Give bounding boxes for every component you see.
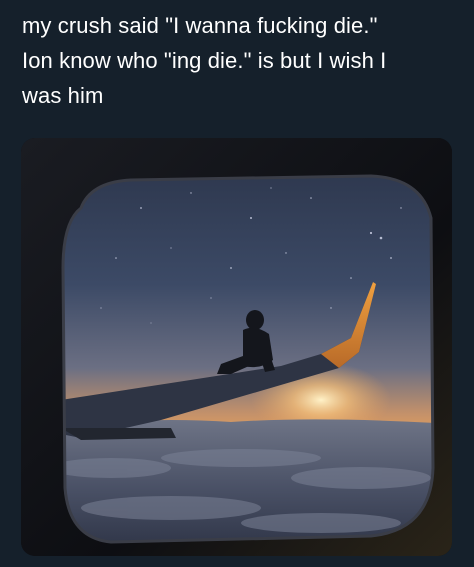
tweet-page: my crush said "I wanna fucking die." Ion… [0, 0, 474, 567]
tweet-text-line-2: Ion know who "ing die." is but I wish I [22, 48, 387, 73]
tweet-text: my crush said "I wanna fucking die." Ion… [22, 8, 462, 113]
tweet-media-image[interactable] [21, 138, 452, 556]
airplane-window-photo [21, 138, 452, 556]
tweet-text-line-1: my crush said "I wanna fucking die." [22, 13, 378, 38]
tweet-text-line-3: was him [22, 83, 104, 108]
